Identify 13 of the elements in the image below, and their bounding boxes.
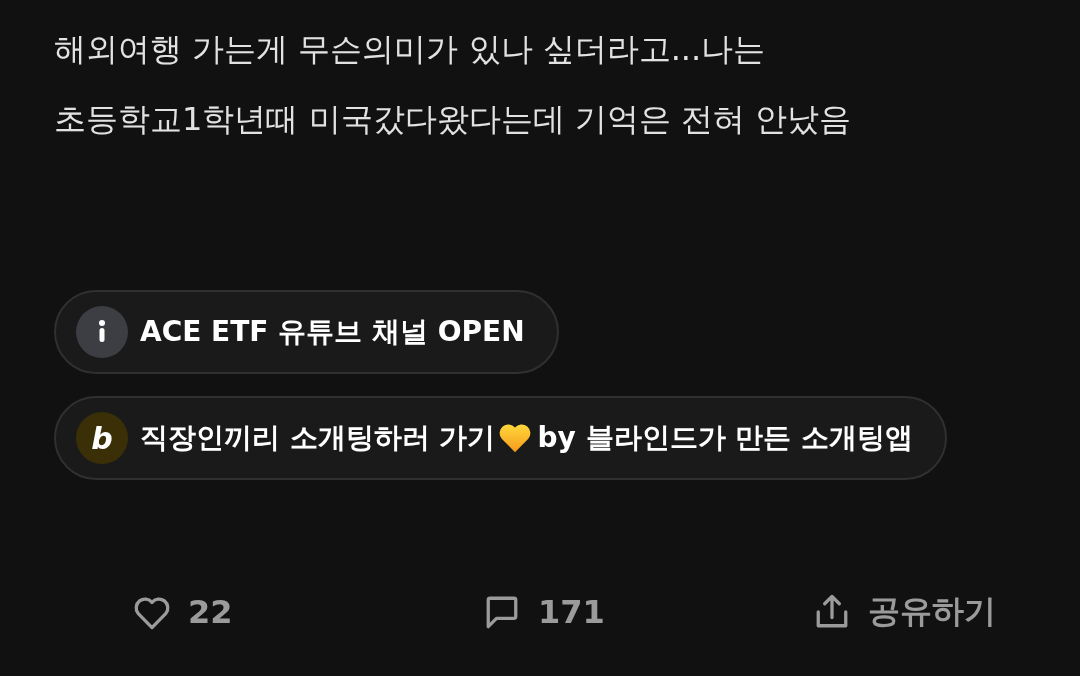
comment-count[interactable]: 171 xyxy=(538,593,605,631)
post-text: 초등학교1학년때 미국갔다왔다는데 기억은 전혀 안났음 xyxy=(54,99,853,140)
like-count[interactable]: 22 xyxy=(188,593,233,631)
link-text: 직장인끼리 소개팅하러 가기 xyxy=(140,420,496,456)
link-text: by 블라인드가 만든 소개팅앱 xyxy=(537,420,914,456)
link-text: ACE ETF 유튜브 채널 OPEN xyxy=(140,314,525,350)
link-chip[interactable]: ACE ETF 유튜브 채널 OPEN xyxy=(54,290,559,374)
post-text: 해외여행 가는게 무슨의미가 있나 싶더라고...나는 xyxy=(54,29,767,70)
share-count[interactable]: 공유하기 xyxy=(868,590,996,634)
info-icon xyxy=(76,306,128,358)
link-chip[interactable]: b 직장인끼리 소개팅하러 가기 by 블라인드가 만든 소개팅앱 xyxy=(54,396,948,480)
brand-logo: b xyxy=(76,412,128,464)
heart-icon xyxy=(497,422,532,454)
